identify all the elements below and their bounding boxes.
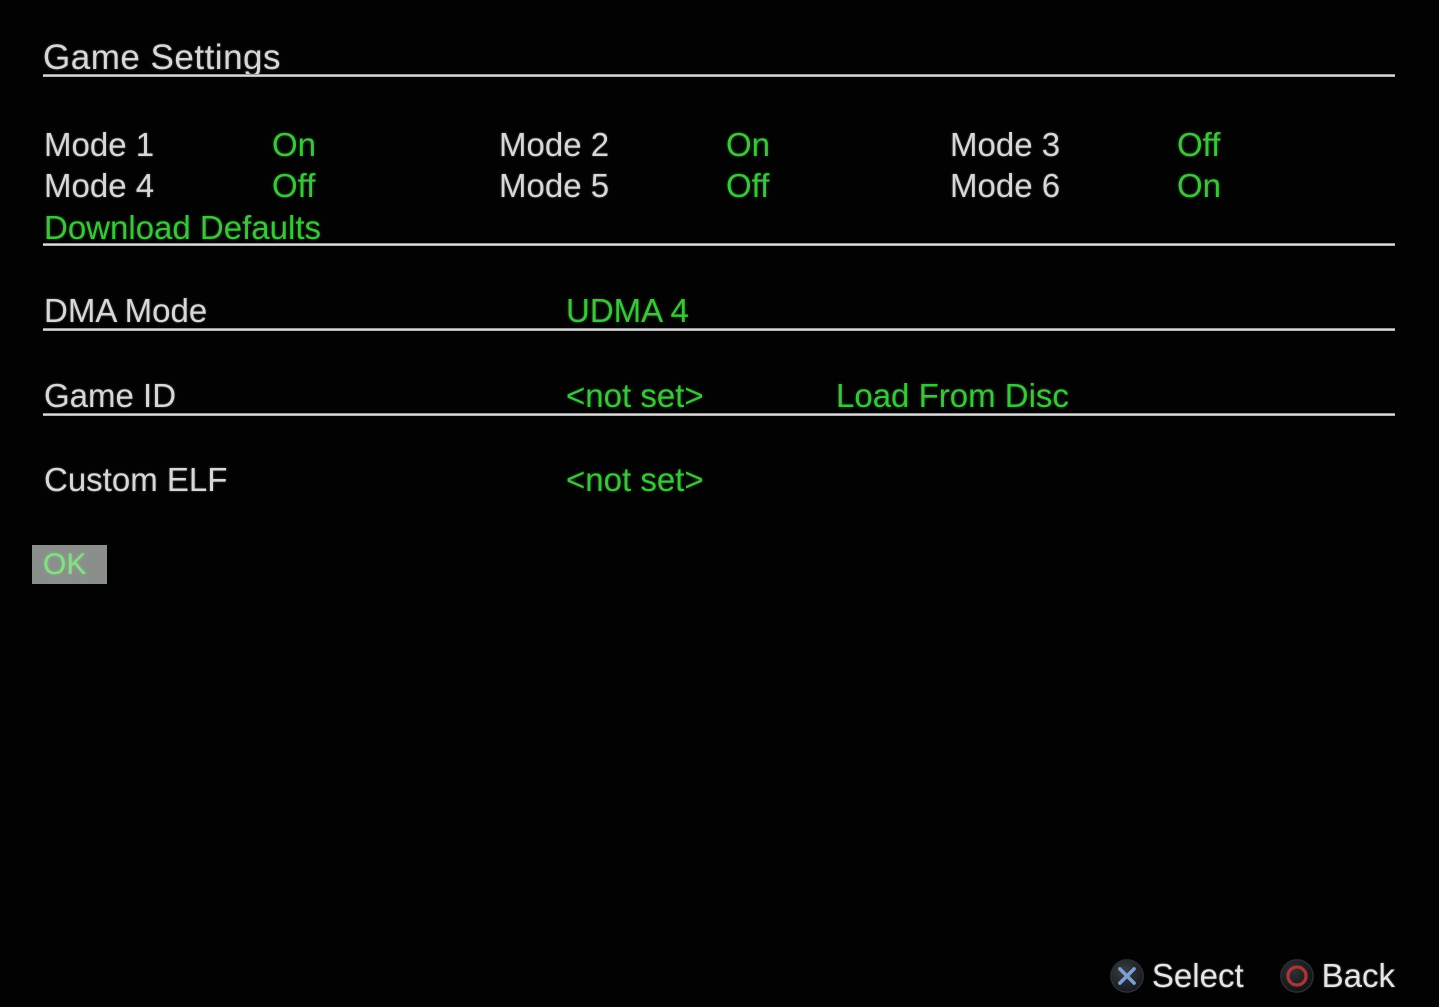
mode-4-label: Mode 4: [44, 167, 155, 204]
mode-3-value[interactable]: Off: [1177, 126, 1220, 164]
hint-back[interactable]: Back: [1278, 957, 1395, 995]
mode-1-value[interactable]: On: [272, 126, 316, 164]
mode-5-label: Mode 5: [499, 167, 610, 204]
hint-back-label: Back: [1321, 957, 1395, 994]
ps-cross-button-icon: [1108, 957, 1146, 995]
ok-button-label: OK: [43, 547, 87, 581]
game-id-row[interactable]: Game ID <not set> Load From Disc: [0, 377, 1439, 417]
mode-6-value[interactable]: On: [1177, 167, 1221, 205]
hint-select[interactable]: Select: [1108, 957, 1244, 995]
dma-divider: [43, 328, 1395, 331]
game-id-label: Game ID: [44, 377, 177, 414]
mode-4-value[interactable]: Off: [272, 167, 315, 205]
page-title: Game Settings: [43, 38, 281, 77]
custom-elf-row[interactable]: Custom ELF <not set>: [0, 461, 1439, 501]
mode-1-label: Mode 1: [44, 126, 155, 163]
title-divider: [43, 74, 1395, 77]
custom-elf-value[interactable]: <not set>: [566, 461, 704, 499]
download-defaults-action[interactable]: Download Defaults: [44, 209, 321, 247]
game-id-value[interactable]: <not set>: [566, 377, 704, 415]
mode-row: Mode 4 Off Mode 5 Off Mode 6 On: [0, 167, 1439, 207]
mode-6-label: Mode 6: [950, 167, 1061, 204]
mode-3-label: Mode 3: [950, 126, 1061, 163]
dma-mode-value[interactable]: UDMA 4: [566, 292, 689, 330]
modes-divider: [43, 243, 1395, 246]
dma-mode-row[interactable]: DMA Mode UDMA 4: [0, 292, 1439, 332]
mode-2-value[interactable]: On: [726, 126, 770, 164]
mode-5-value[interactable]: Off: [726, 167, 769, 205]
game-settings-screen: Game Settings Mode 1 On Mode 2 On Mode 3…: [0, 0, 1439, 1007]
ps-circle-button-icon: [1278, 957, 1316, 995]
load-from-disc-button[interactable]: Load From Disc: [836, 377, 1069, 415]
custom-elf-label: Custom ELF: [44, 461, 228, 498]
mode-2-label: Mode 2: [499, 126, 610, 163]
ok-button[interactable]: OK: [32, 545, 107, 584]
game-id-divider: [43, 413, 1395, 416]
hint-select-label: Select: [1151, 957, 1244, 994]
mode-row: Mode 1 On Mode 2 On Mode 3 Off: [0, 126, 1439, 166]
dma-mode-label: DMA Mode: [44, 292, 208, 329]
controller-hints: Select Back: [1108, 957, 1395, 995]
